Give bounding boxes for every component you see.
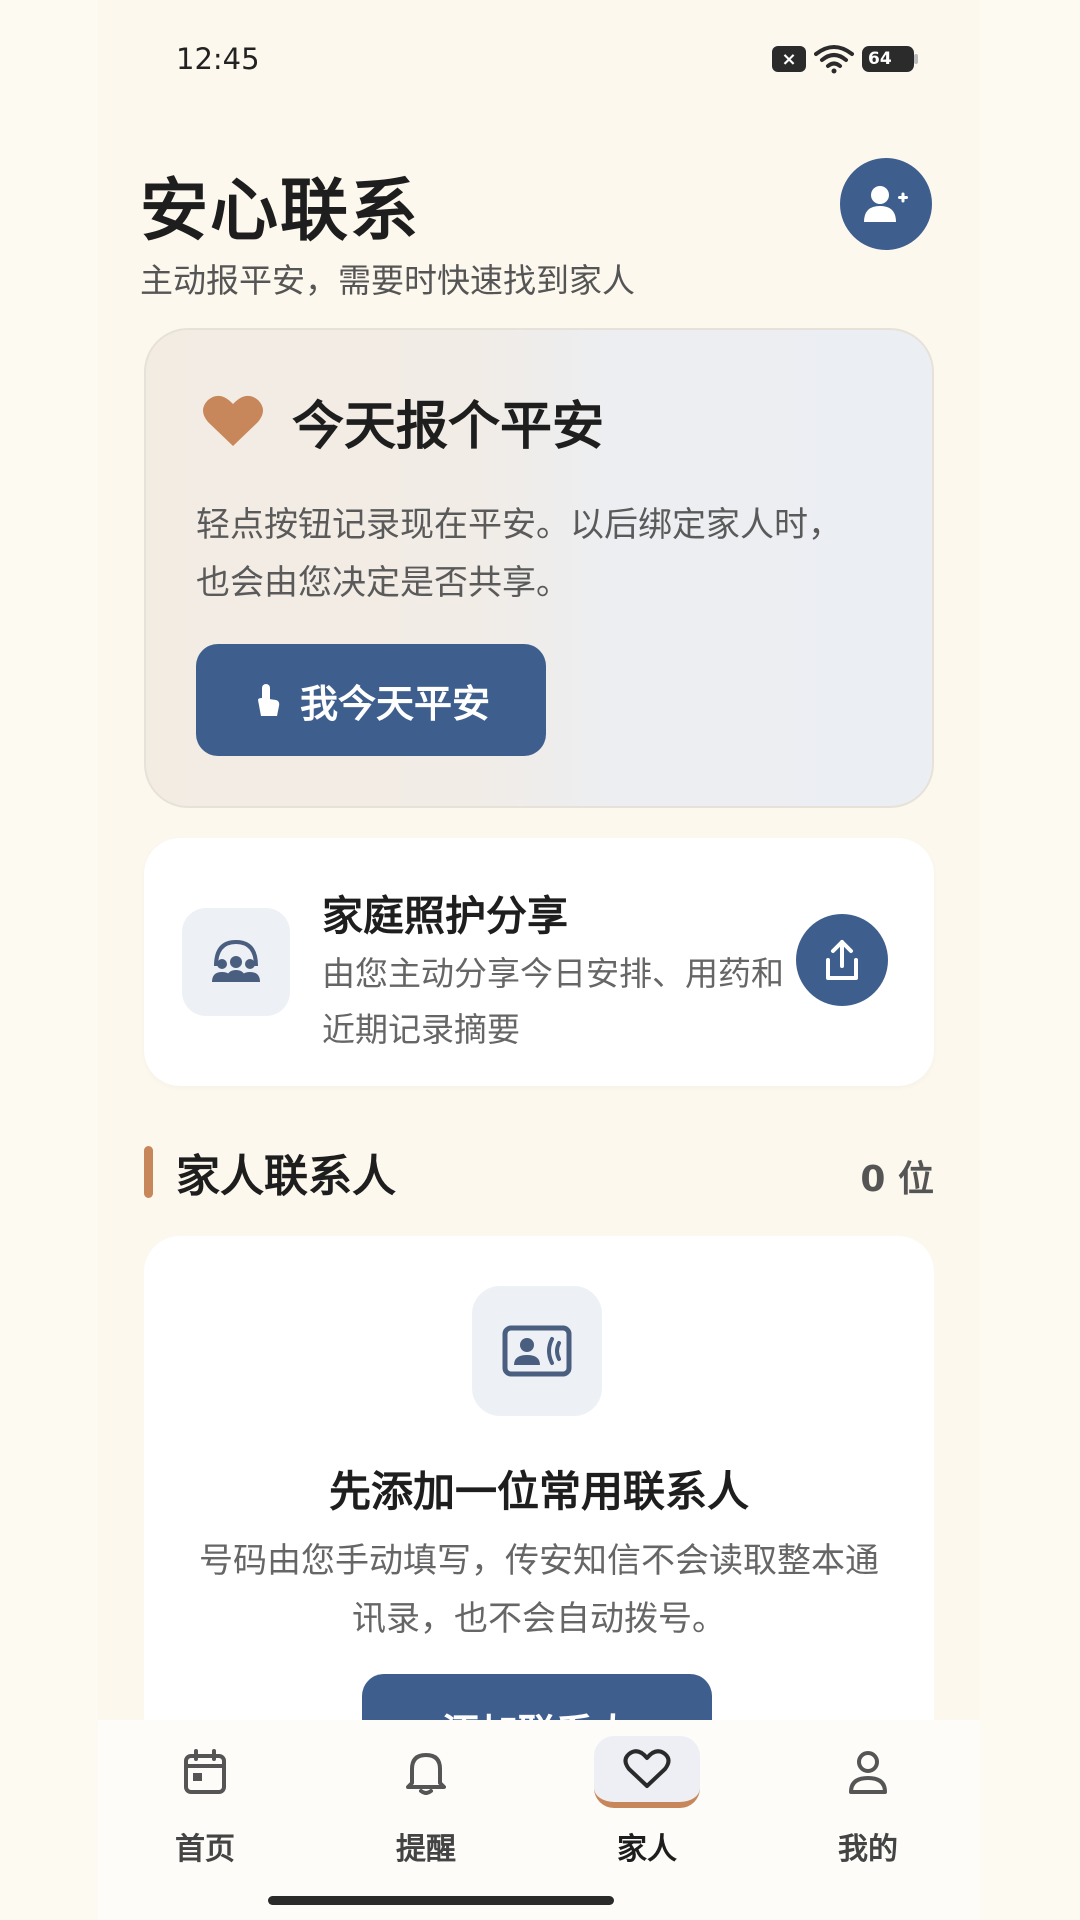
- wifi-icon: [814, 45, 854, 74]
- tap-icon: [257, 684, 280, 716]
- contact-card-icon-box: [472, 1286, 602, 1416]
- page-title: 安心联系: [140, 172, 421, 251]
- nav-label-home: 首页: [175, 1832, 235, 1867]
- status-time: 12:45: [176, 42, 260, 76]
- screen: 12:45 × 64 安心联系 主动报平安，需要时快速找到家人 今天报个平安 轻…: [98, 0, 980, 1920]
- family-care-share-card[interactable]: 家庭照护分享 由您主动分享今日安排、用药和近期记录摘要: [144, 838, 934, 1086]
- nav-item-home[interactable]: 首页: [130, 1736, 280, 1886]
- status-icons: × 64: [772, 44, 918, 74]
- empty-state-description: 号码由您手动填写，传安知信不会读取整本通讯录，也不会自动拨号。: [199, 1541, 879, 1639]
- bottom-nav: 首页 提醒 家人 我的: [98, 1720, 980, 1920]
- safety-checkin-card: 今天报个平安 轻点按钮记录现在平安。以后绑定家人时，也会由您决定是否共享。 我今…: [144, 328, 934, 808]
- page-subtitle: 主动报平安，需要时快速找到家人: [140, 261, 635, 300]
- heart-icon: [203, 395, 263, 446]
- sim-off-icon: ×: [772, 46, 806, 72]
- safety-card-description: 轻点按钮记录现在平安。以后绑定家人时，也会由您决定是否共享。: [196, 505, 842, 603]
- battery-icon: 64: [862, 46, 918, 72]
- share-button[interactable]: [796, 914, 888, 1006]
- family-group-icon-box: [182, 908, 290, 1016]
- calendar-icon: [152, 1736, 258, 1808]
- add-contact-header-button[interactable]: [840, 158, 932, 250]
- contact-card-icon: [502, 1325, 572, 1377]
- empty-state-title: 先添加一位常用联系人: [328, 1467, 749, 1516]
- share-card-description: 由您主动分享今日安排、用药和近期记录摘要: [322, 954, 784, 1049]
- person-icon: [815, 1736, 921, 1808]
- i-am-safe-label: 我今天平安: [299, 681, 490, 726]
- person-add-icon: [864, 186, 908, 222]
- section-accent-bar: [144, 1146, 153, 1198]
- nav-item-family[interactable]: 家人: [572, 1736, 722, 1886]
- contacts-section-title: 家人联系人: [176, 1151, 396, 1202]
- safety-card-title: 今天报个平安: [292, 397, 605, 457]
- nav-label-profile: 我的: [838, 1832, 898, 1867]
- contacts-count: 0 位: [860, 1159, 934, 1200]
- nav-item-profile[interactable]: 我的: [793, 1736, 943, 1886]
- family-group-icon: [212, 940, 260, 982]
- share-icon: [826, 940, 858, 980]
- bell-icon: [373, 1736, 479, 1808]
- nav-label-family: 家人: [617, 1832, 677, 1867]
- nav-label-reminders: 提醒: [396, 1832, 456, 1867]
- contacts-empty-card: 先添加一位常用联系人 号码由您手动填写，传安知信不会读取整本通讯录，也不会自动拨…: [144, 1236, 934, 1796]
- i-am-safe-button[interactable]: 我今天平安: [196, 644, 546, 756]
- status-bar: 12:45 × 64: [98, 0, 980, 110]
- home-indicator[interactable]: [268, 1896, 614, 1905]
- share-card-title: 家庭照护分享: [322, 892, 568, 940]
- heart-outline-icon: [594, 1736, 700, 1808]
- nav-item-reminders[interactable]: 提醒: [351, 1736, 501, 1886]
